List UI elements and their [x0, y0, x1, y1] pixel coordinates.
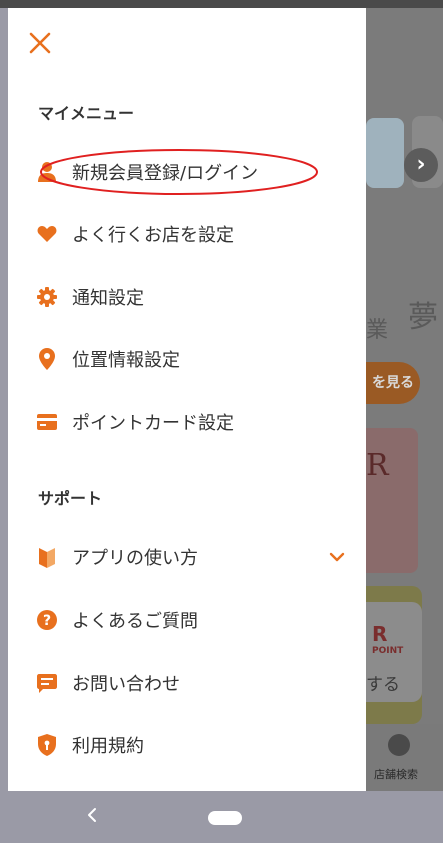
background-text: 夢 — [408, 300, 438, 335]
store-search-icon — [388, 734, 410, 756]
background-banner-text: R — [366, 448, 389, 483]
menu-item-location-settings[interactable]: 位置情報設定 — [36, 339, 346, 379]
heart-icon — [36, 223, 58, 245]
menu-item-label: 利用規約 — [72, 736, 144, 757]
background-card — [366, 118, 404, 188]
background-text: 業 — [366, 318, 389, 343]
person-icon — [36, 161, 58, 183]
menu-item-label: お問い合わせ — [72, 674, 180, 695]
menu-item-label: アプリの使い方 — [72, 548, 198, 569]
menu-item-label: 新規会員登録/ログイン — [72, 163, 259, 184]
menu-item-notification-settings[interactable]: 通知設定 — [36, 277, 346, 317]
background-text: する — [366, 675, 400, 695]
menu-item-label: 位置情報設定 — [72, 350, 180, 371]
home-button[interactable] — [208, 811, 242, 825]
section-heading-my-menu: マイメニュー — [38, 104, 135, 123]
point-logo: R POINT — [372, 622, 418, 656]
carousel-next-icon: › — [404, 148, 438, 182]
menu-item-faq[interactable]: ? よくあるご質問 — [36, 600, 346, 640]
close-button[interactable] — [29, 32, 51, 54]
menu-item-label: よくあるご質問 — [72, 611, 198, 632]
system-nav-bar — [8, 791, 443, 843]
screen: › 業 夢 を見る R R POINT する 店舗検索 マイメニュー 新規会員登… — [0, 0, 443, 843]
shield-icon — [36, 734, 58, 756]
svg-text:?: ? — [43, 613, 51, 629]
menu-item-label: 通知設定 — [72, 288, 144, 309]
status-bar — [0, 0, 443, 8]
point-logo-mark: R — [372, 622, 388, 646]
guide-icon — [36, 546, 58, 568]
point-logo-sub: POINT — [372, 646, 404, 656]
question-icon: ? — [36, 609, 58, 631]
menu-item-label: よく行くお店を設定 — [72, 225, 234, 246]
menu-item-register-login[interactable]: 新規会員登録/ログイン — [36, 152, 346, 192]
menu-item-favorite-store[interactable]: よく行くお店を設定 — [36, 214, 346, 254]
menu-item-label: ポイントカード設定 — [72, 413, 234, 434]
close-icon — [29, 32, 51, 54]
gear-icon — [36, 286, 58, 308]
menu-item-terms[interactable]: 利用規約 — [36, 725, 346, 765]
side-drawer: マイメニュー 新規会員登録/ログイン よく行くお店を設定 通知設定 位置情報設定… — [8, 8, 366, 791]
menu-item-contact[interactable]: お問い合わせ — [36, 663, 346, 703]
tab-store-search: 店舗検索 — [374, 768, 418, 781]
card-icon — [36, 411, 58, 433]
menu-item-point-card-settings[interactable]: ポイントカード設定 — [36, 402, 346, 442]
left-edge — [0, 8, 8, 843]
section-heading-support: サポート — [38, 489, 103, 508]
chat-icon — [36, 672, 58, 694]
chevron-down-icon[interactable] — [328, 549, 346, 565]
menu-item-how-to-use[interactable]: アプリの使い方 — [36, 537, 346, 577]
back-icon[interactable] — [82, 805, 102, 825]
location-pin-icon — [36, 348, 58, 370]
